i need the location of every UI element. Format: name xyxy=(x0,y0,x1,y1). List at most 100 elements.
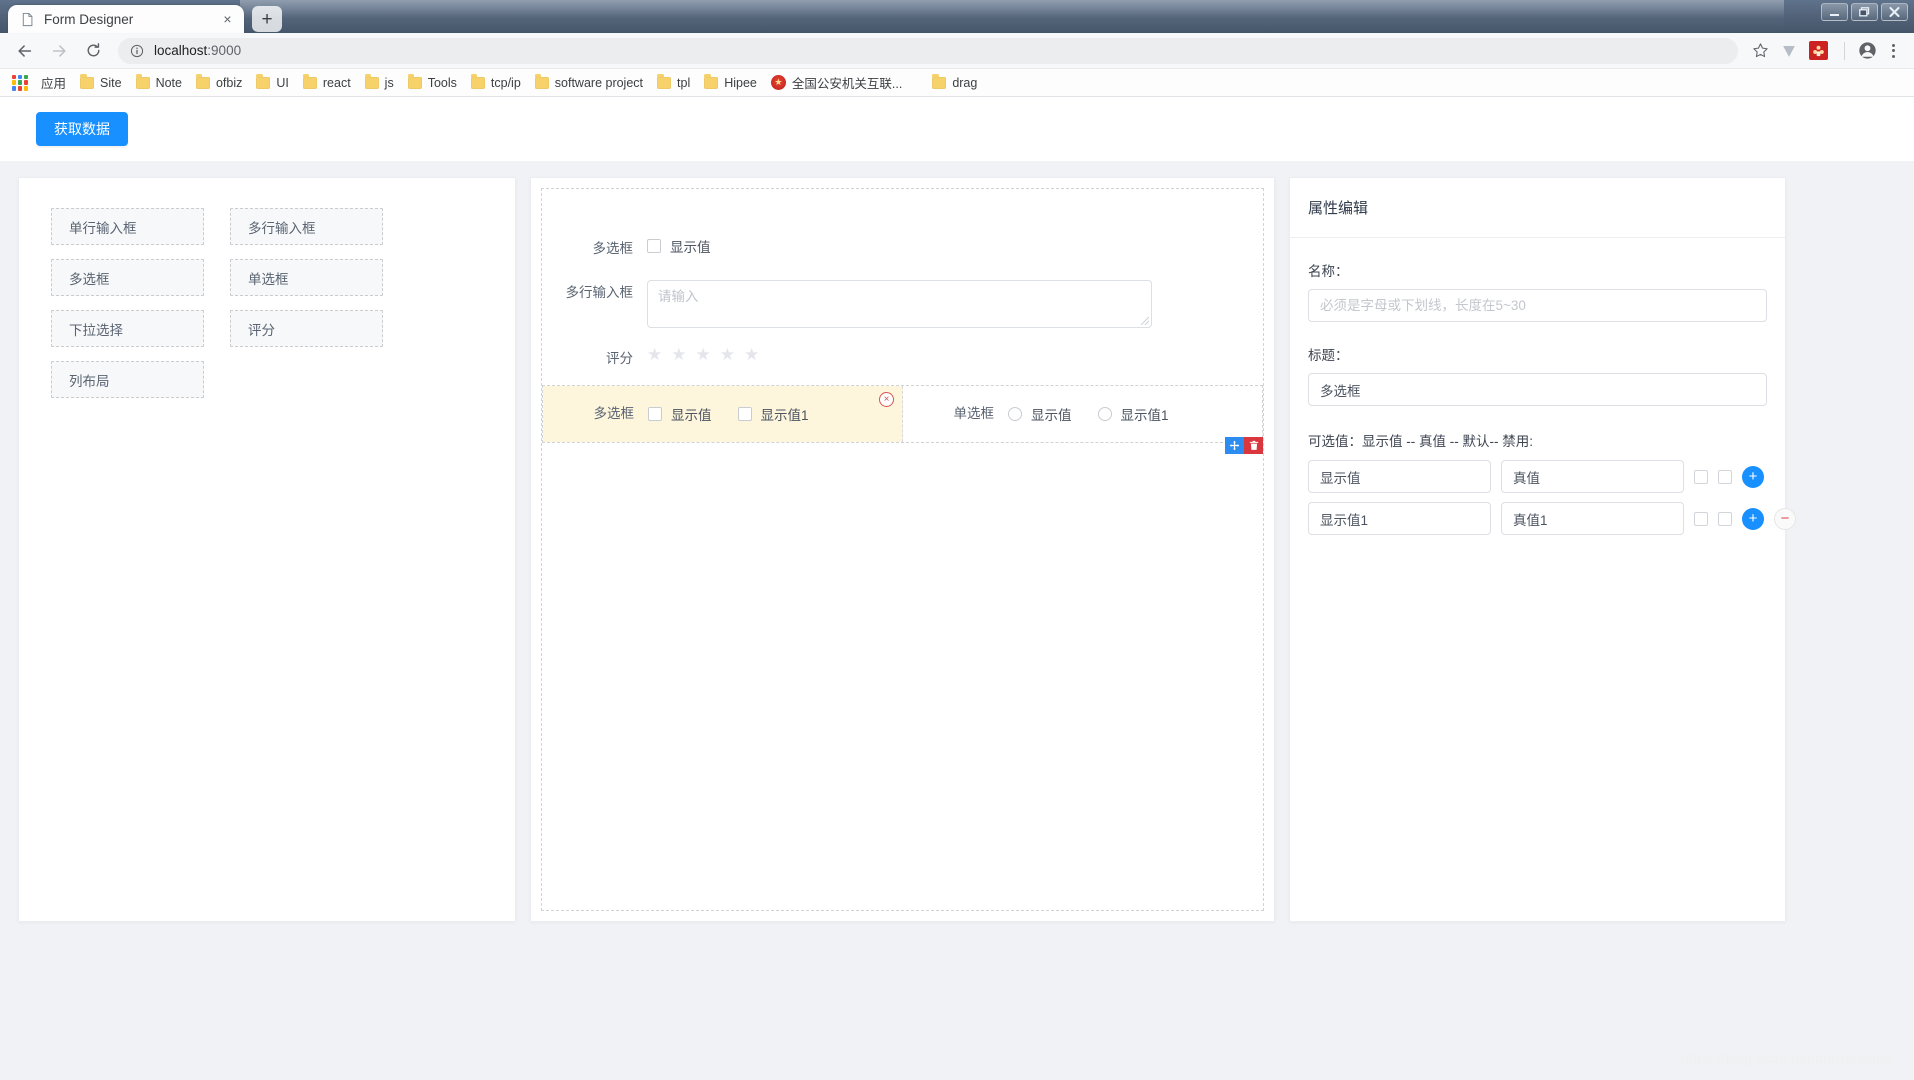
canvas-cell-radio[interactable]: 单选框 显示值 显示值1 xyxy=(903,386,1262,442)
field-label: 评分 xyxy=(542,346,647,372)
extension-red-icon[interactable] xyxy=(1809,41,1828,60)
add-option-button[interactable]: + xyxy=(1742,508,1764,530)
field-body: ★ ★ ★ ★ ★ xyxy=(647,346,1253,363)
extension-v-icon[interactable] xyxy=(1776,38,1802,64)
remove-component-icon[interactable]: × xyxy=(879,392,894,407)
toolbar-divider xyxy=(1844,42,1845,60)
canvas-row-checkbox[interactable]: 多选框 显示值 xyxy=(542,227,1263,271)
bookmark-star-icon[interactable] xyxy=(1746,37,1774,65)
component-palette: 单行输入框 多行输入框 多选框 单选框 下拉选择 评分 列布局 xyxy=(18,177,516,922)
option-value-input[interactable] xyxy=(1501,460,1684,493)
star-icon[interactable]: ★ xyxy=(671,346,686,363)
bookmark-item[interactable]: ★全国公安机关互联... xyxy=(764,72,909,94)
reload-icon[interactable] xyxy=(78,36,108,66)
close-icon[interactable]: × xyxy=(219,11,236,28)
palette-item-radio[interactable]: 单选框 xyxy=(230,259,383,296)
move-handle-icon[interactable] xyxy=(1225,437,1244,454)
bookmark-label: js xyxy=(385,76,394,90)
option-display-input[interactable] xyxy=(1308,502,1491,535)
rate-stars[interactable]: ★ ★ ★ ★ ★ xyxy=(647,346,1253,363)
window-controls xyxy=(1821,3,1908,21)
palette-item-label: 单行输入框 xyxy=(69,217,137,237)
bookmark-item[interactable]: ofbiz xyxy=(189,72,249,94)
option-disabled-checkbox[interactable] xyxy=(1718,470,1732,484)
star-icon[interactable]: ★ xyxy=(720,346,735,363)
checkbox-option-label: 显示值 xyxy=(670,236,711,256)
bookmark-item[interactable]: Site xyxy=(73,72,129,94)
back-icon[interactable] xyxy=(10,36,40,66)
profile-avatar-icon[interactable] xyxy=(1854,38,1880,64)
checkbox-option[interactable]: 显示值1 xyxy=(738,404,809,424)
option-value-input[interactable] xyxy=(1501,502,1684,535)
checkbox-option-label: 显示值1 xyxy=(761,404,809,424)
option-default-checkbox[interactable] xyxy=(1694,470,1708,484)
option-display-input[interactable] xyxy=(1308,460,1491,493)
add-option-button[interactable]: + xyxy=(1742,466,1764,488)
bookmark-item[interactable]: Hipee xyxy=(697,72,764,94)
url-port: :9000 xyxy=(207,43,241,58)
radio-option[interactable]: 显示值1 xyxy=(1098,404,1169,424)
field-label: 多选框 xyxy=(542,236,647,262)
url-text: localhost:9000 xyxy=(154,43,241,58)
bookmark-apps[interactable]: 应用 xyxy=(34,72,73,94)
remove-option-button[interactable]: − xyxy=(1774,508,1796,530)
caption-input[interactable] xyxy=(1308,373,1767,406)
canvas-row-column-layout[interactable]: 多选框 显示值 显示值1 xyxy=(542,385,1263,443)
bookmark-label: Tools xyxy=(428,76,457,90)
checkbox-icon[interactable] xyxy=(647,239,661,253)
checkbox-option[interactable]: 显示值 xyxy=(647,236,711,256)
canvas-cell-checkbox-selected[interactable]: 多选框 显示值 显示值1 xyxy=(543,386,903,442)
bookmark-item[interactable]: Tools xyxy=(401,72,464,94)
address-bar[interactable]: localhost:9000 xyxy=(118,38,1738,64)
checkbox-group: 显示值 显示值1 xyxy=(648,404,902,424)
forward-icon[interactable] xyxy=(44,36,74,66)
bookmark-item[interactable]: UI xyxy=(249,72,296,94)
folder-icon xyxy=(932,77,946,89)
emblem-icon: ★ xyxy=(771,75,786,90)
palette-item-select[interactable]: 下拉选择 xyxy=(51,310,204,347)
close-window-icon[interactable] xyxy=(1881,3,1908,21)
form-canvas[interactable]: 多选框 显示值 多行输入框 xyxy=(541,188,1264,911)
checkbox-icon[interactable] xyxy=(738,407,752,421)
bookmark-item[interactable]: software project xyxy=(528,72,650,94)
bookmark-label: Hipee xyxy=(724,76,757,90)
palette-item-multi-line-input[interactable]: 多行输入框 xyxy=(230,208,383,245)
textarea-input[interactable]: 请输入 xyxy=(647,280,1152,328)
bookmark-item[interactable]: tcp/ip xyxy=(464,72,528,94)
delete-row-icon[interactable] xyxy=(1244,437,1263,454)
bookmark-item[interactable]: tpl xyxy=(650,72,697,94)
apps-grid-icon[interactable] xyxy=(12,75,28,91)
browser-menu-icon[interactable] xyxy=(1882,38,1904,64)
restore-icon[interactable] xyxy=(1851,3,1878,21)
bookmark-label: UI xyxy=(276,76,289,90)
checkbox-option[interactable]: 显示值 xyxy=(648,404,712,424)
checkbox-icon[interactable] xyxy=(648,407,662,421)
canvas-row-textarea[interactable]: 多行输入框 请输入 xyxy=(542,271,1263,337)
radio-option[interactable]: 显示值 xyxy=(1008,404,1072,424)
folder-icon xyxy=(471,77,485,89)
bookmark-label: react xyxy=(323,76,351,90)
new-tab-button[interactable]: + xyxy=(252,6,282,32)
star-icon[interactable]: ★ xyxy=(744,346,759,363)
minimize-icon[interactable] xyxy=(1821,3,1848,21)
palette-item-checkbox[interactable]: 多选框 xyxy=(51,259,204,296)
bookmark-item[interactable]: react xyxy=(296,72,358,94)
palette-item-rate[interactable]: 评分 xyxy=(230,310,383,347)
name-input[interactable] xyxy=(1308,289,1767,322)
star-icon[interactable]: ★ xyxy=(647,346,662,363)
bookmark-item[interactable]: js xyxy=(358,72,401,94)
palette-item-single-line-input[interactable]: 单行输入框 xyxy=(51,208,204,245)
field-label: 多行输入框 xyxy=(542,280,647,306)
bookmark-item[interactable]: drag xyxy=(925,72,984,94)
bookmark-item[interactable]: Note xyxy=(129,72,189,94)
radio-icon[interactable] xyxy=(1098,407,1112,421)
option-disabled-checkbox[interactable] xyxy=(1718,512,1732,526)
palette-item-label: 单选框 xyxy=(248,268,289,288)
radio-icon[interactable] xyxy=(1008,407,1022,421)
option-default-checkbox[interactable] xyxy=(1694,512,1708,526)
star-icon[interactable]: ★ xyxy=(696,346,711,363)
browser-tab[interactable]: Form Designer × xyxy=(8,5,244,33)
palette-item-column-layout[interactable]: 列布局 xyxy=(51,361,204,398)
fetch-data-button[interactable]: 获取数据 xyxy=(36,112,128,147)
canvas-row-rate[interactable]: 评分 ★ ★ ★ ★ ★ xyxy=(542,337,1263,381)
